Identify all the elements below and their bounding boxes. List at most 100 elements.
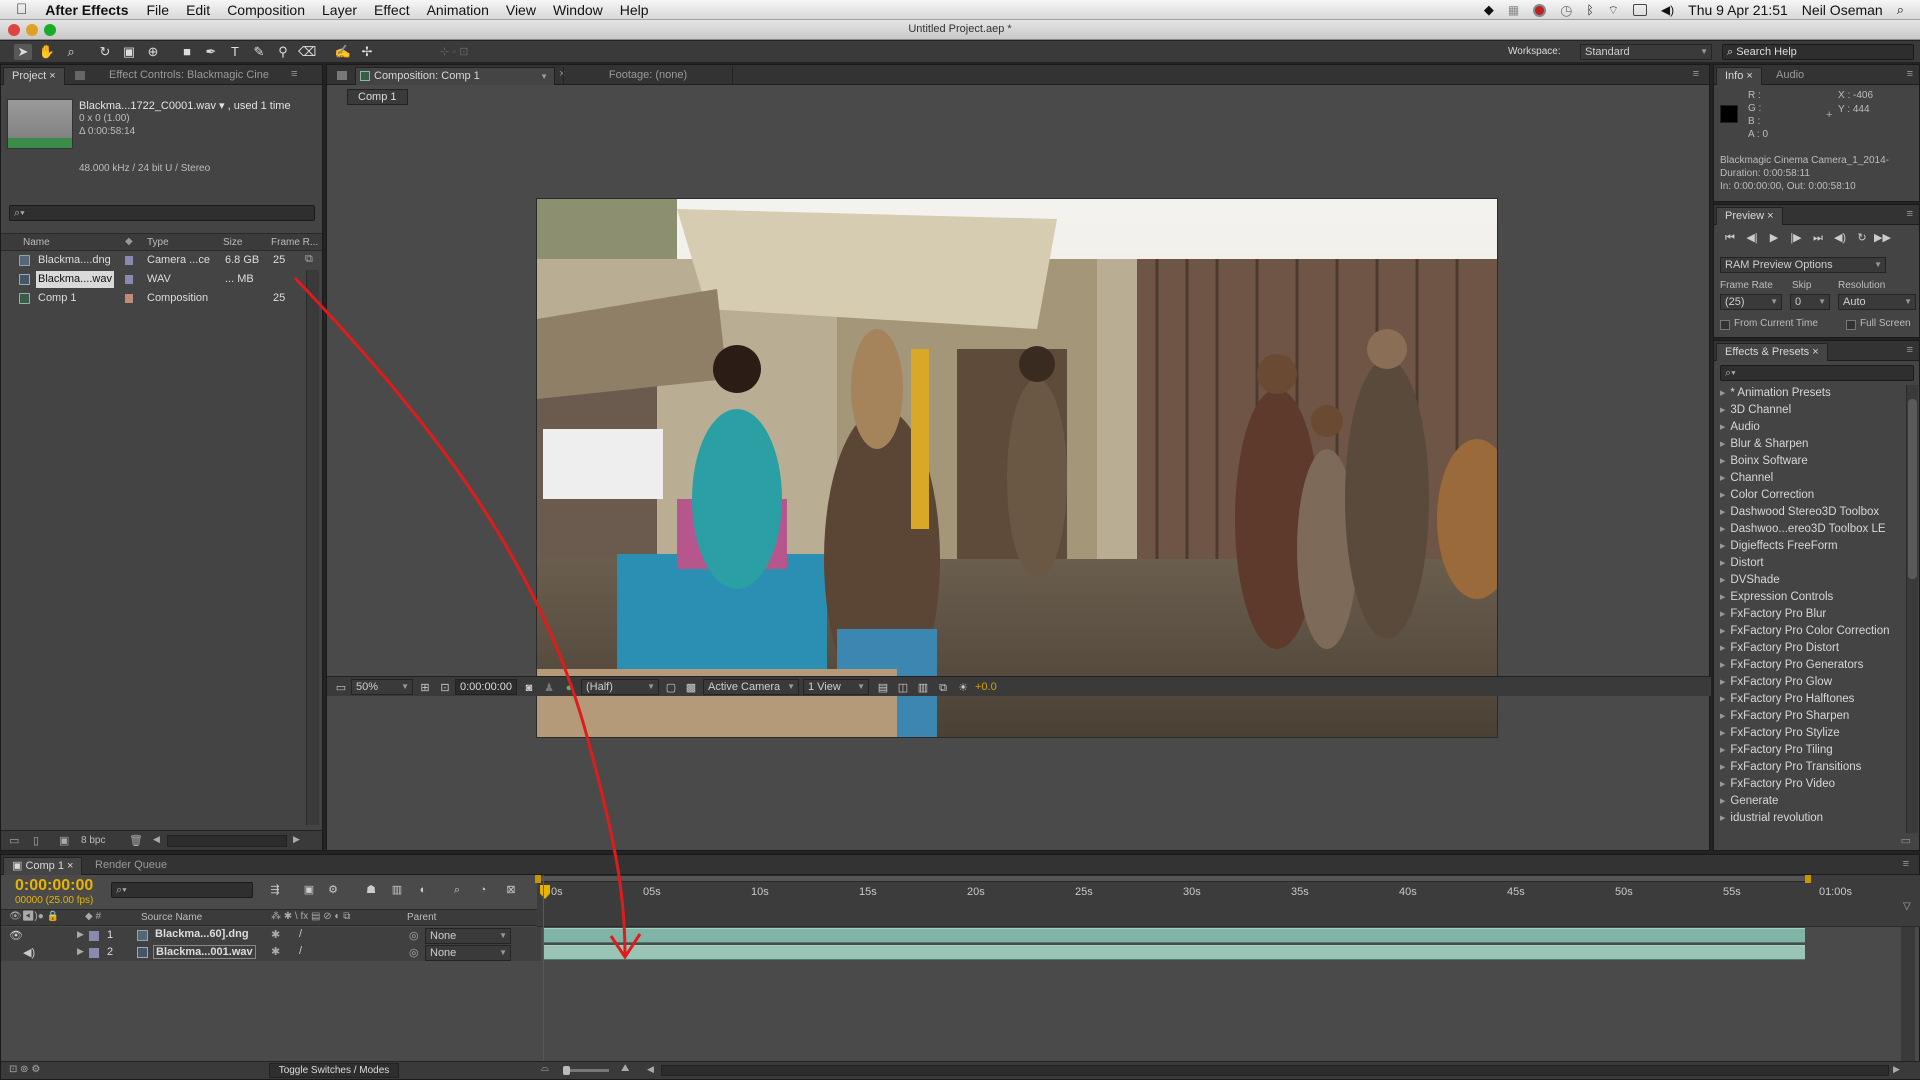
layer-quality-switch[interactable]: / bbox=[299, 928, 302, 940]
volume-icon[interactable]: ◀) bbox=[1661, 3, 1674, 17]
loop-icon[interactable]: ↻ bbox=[1854, 231, 1870, 245]
interpret-footage-icon[interactable]: ▭ bbox=[9, 834, 19, 847]
effect-category[interactable]: Color Correction bbox=[1720, 487, 1814, 504]
clock[interactable]: Thu 9 Apr 21:51 bbox=[1688, 2, 1788, 18]
tab-preview[interactable]: Preview × bbox=[1716, 207, 1783, 225]
axis-mode-icon[interactable]: ⊹ ◦ ⊡ bbox=[440, 45, 468, 58]
current-time-indicator[interactable] bbox=[543, 875, 544, 1061]
layer-shy-switch[interactable]: ✱ bbox=[271, 928, 280, 941]
menu-app-name[interactable]: After Effects bbox=[45, 2, 128, 18]
current-time-field[interactable]: 0:00:00:00 bbox=[455, 679, 517, 695]
label-color-chip[interactable] bbox=[125, 275, 133, 284]
toggle-pixel-aspect-icon[interactable]: ▤ bbox=[875, 681, 891, 695]
label-column-icon[interactable]: ◆ # bbox=[85, 911, 101, 922]
av-features-icons[interactable]: 👁◀)● 🔒 bbox=[9, 911, 59, 922]
work-area-bar[interactable] bbox=[535, 875, 1811, 883]
user-name[interactable]: Neil Oseman bbox=[1802, 2, 1883, 18]
record-icon[interactable] bbox=[1533, 3, 1547, 17]
snapshot-camera-icon[interactable]: ◙ bbox=[521, 681, 537, 695]
col-parent[interactable]: Parent bbox=[407, 912, 436, 923]
mini-flowchart-icon[interactable]: ⇶ bbox=[267, 883, 283, 897]
effect-category[interactable]: DVShade bbox=[1720, 572, 1779, 589]
work-area-end[interactable] bbox=[1805, 875, 1811, 883]
brush-tool-icon[interactable]: ✎ bbox=[250, 44, 268, 60]
twirl-icon[interactable]: ▶ bbox=[77, 946, 84, 957]
mask-visibility-icon[interactable]: ⊡ bbox=[437, 681, 453, 695]
first-frame-icon[interactable]: ⏮ bbox=[1722, 231, 1738, 245]
minimize-window-button[interactable] bbox=[26, 24, 38, 36]
label-col-icon[interactable]: ◆ bbox=[125, 236, 133, 247]
play-icon[interactable]: ▶ bbox=[1766, 231, 1782, 245]
hide-shy-layers-icon[interactable]: ☗ bbox=[363, 883, 379, 897]
effect-category[interactable]: FxFactory Pro Tiling bbox=[1720, 742, 1832, 759]
layer-name[interactable]: Blackma...60].dng bbox=[155, 928, 249, 940]
puppet-tool-icon[interactable]: ✢ bbox=[358, 44, 376, 60]
effect-category[interactable]: Expression Controls bbox=[1720, 589, 1833, 606]
project-item-dng[interactable]: Blackma....dng Camera ...ce 6.8 GB 25 bbox=[5, 251, 321, 270]
audio-toggle-icon[interactable]: ◀) bbox=[23, 946, 35, 959]
skip-dropdown[interactable]: 0 bbox=[1790, 294, 1830, 310]
col-frame-rate[interactable]: Frame R... bbox=[271, 237, 318, 248]
layer-row[interactable]: 👁 ▶ 1 Blackma...60].dng ✱ / ◎ None bbox=[1, 927, 541, 944]
effect-category[interactable]: Blur & Sharpen bbox=[1720, 436, 1808, 453]
menu-view[interactable]: View bbox=[506, 2, 536, 18]
tab-info[interactable]: Info × bbox=[1716, 67, 1762, 85]
color-channels-icon[interactable]: ● bbox=[561, 681, 577, 695]
camera-view-dropdown[interactable]: Active Camera bbox=[703, 679, 799, 695]
layer-label-color[interactable] bbox=[89, 948, 99, 958]
live-update-icon[interactable]: ▣ bbox=[301, 883, 317, 897]
grid-icon[interactable]: ▦ bbox=[1508, 3, 1519, 17]
effects-scrollbar[interactable] bbox=[1906, 385, 1918, 833]
effect-category[interactable]: FxFactory Pro Transitions bbox=[1720, 759, 1861, 776]
close-window-button[interactable] bbox=[8, 24, 20, 36]
project-item-wav[interactable]: Blackma....wav WAV ... MB bbox=[5, 270, 321, 289]
menu-window[interactable]: Window bbox=[553, 2, 603, 18]
safe-zones-icon[interactable]: ⊞ bbox=[417, 681, 433, 695]
magnification-dropdown[interactable]: 50% bbox=[351, 679, 413, 695]
roto-brush-tool-icon[interactable]: ✍ bbox=[334, 44, 352, 60]
footer-pane-icons[interactable]: ⊡ ⊚ ⚙ bbox=[9, 1064, 40, 1075]
video-visibility-icon[interactable]: 👁 bbox=[9, 929, 23, 942]
reset-exposure-icon[interactable]: ☀ bbox=[955, 681, 971, 695]
project-item-comp[interactable]: Comp 1 Composition 25 bbox=[5, 289, 321, 308]
wifi-icon[interactable]: ⌔ bbox=[1608, 3, 1619, 18]
effect-category[interactable]: Dashwoo...ereo3D Toolbox LE bbox=[1720, 521, 1885, 538]
effect-category[interactable]: Boinx Software bbox=[1720, 453, 1807, 470]
twirl-icon[interactable]: ▶ bbox=[77, 929, 84, 940]
transparency-grid-icon[interactable]: ▩ bbox=[683, 681, 699, 695]
bluetooth-icon[interactable]: ᛒ bbox=[1586, 3, 1593, 17]
menu-composition[interactable]: Composition bbox=[227, 2, 305, 18]
exposure-value[interactable]: +0.0 bbox=[975, 681, 997, 693]
comp-flowchart-icon[interactable]: ⊠ bbox=[503, 883, 519, 897]
show-snapshot-icon[interactable]: ♟ bbox=[541, 681, 557, 695]
full-screen-checkbox[interactable] bbox=[1846, 320, 1856, 330]
last-frame-icon[interactable]: ⏭ bbox=[1810, 231, 1826, 245]
effect-category[interactable]: FxFactory Pro Color Correction bbox=[1720, 623, 1889, 640]
effect-category[interactable]: Dashwood Stereo3D Toolbox bbox=[1720, 504, 1879, 521]
effects-search-input[interactable]: ⌕▾ bbox=[1720, 365, 1914, 381]
menu-animation[interactable]: Animation bbox=[427, 2, 489, 18]
new-preset-icon[interactable]: ▭ bbox=[1901, 834, 1911, 847]
effect-category[interactable]: FxFactory Pro Glow bbox=[1720, 674, 1832, 691]
mute-audio-icon[interactable]: ◀) bbox=[1832, 231, 1848, 245]
layer-duration-bar[interactable] bbox=[543, 928, 1805, 943]
tab-effects-presets[interactable]: Effects & Presets × bbox=[1716, 343, 1828, 361]
info-panel-menu-icon[interactable]: ≡ bbox=[1907, 68, 1913, 80]
layer-quality-switch[interactable]: / bbox=[299, 945, 302, 957]
effect-category[interactable]: FxFactory Pro Video bbox=[1720, 776, 1835, 793]
comp-viewer-frame[interactable] bbox=[536, 198, 1498, 738]
resolution-dropdown-preview[interactable]: Auto bbox=[1838, 294, 1916, 310]
scroll-left-icon[interactable]: ◀ bbox=[153, 834, 160, 845]
switches-icons[interactable]: ⁂ ✱ \ fx ▤ ⊘ ◐ ⧉ bbox=[271, 911, 350, 922]
time-machine-icon[interactable]: ◷ bbox=[1560, 2, 1572, 19]
apple-icon[interactable]:  bbox=[16, 1, 27, 18]
region-of-interest-icon[interactable]: ▢ bbox=[663, 681, 679, 695]
col-name[interactable]: Name bbox=[23, 237, 50, 248]
tab-project[interactable]: Project × bbox=[3, 67, 65, 85]
eraser-tool-icon[interactable]: ⌫ bbox=[298, 44, 316, 60]
timeline-horizontal-scrollbar[interactable] bbox=[661, 1065, 1889, 1076]
pen-tool-icon[interactable]: ✒ bbox=[202, 44, 220, 60]
brainstorm-icon[interactable]: ◔ bbox=[475, 883, 491, 897]
type-tool-icon[interactable]: T bbox=[226, 44, 244, 60]
ram-preview-options-dropdown[interactable]: RAM Preview Options bbox=[1720, 257, 1886, 273]
